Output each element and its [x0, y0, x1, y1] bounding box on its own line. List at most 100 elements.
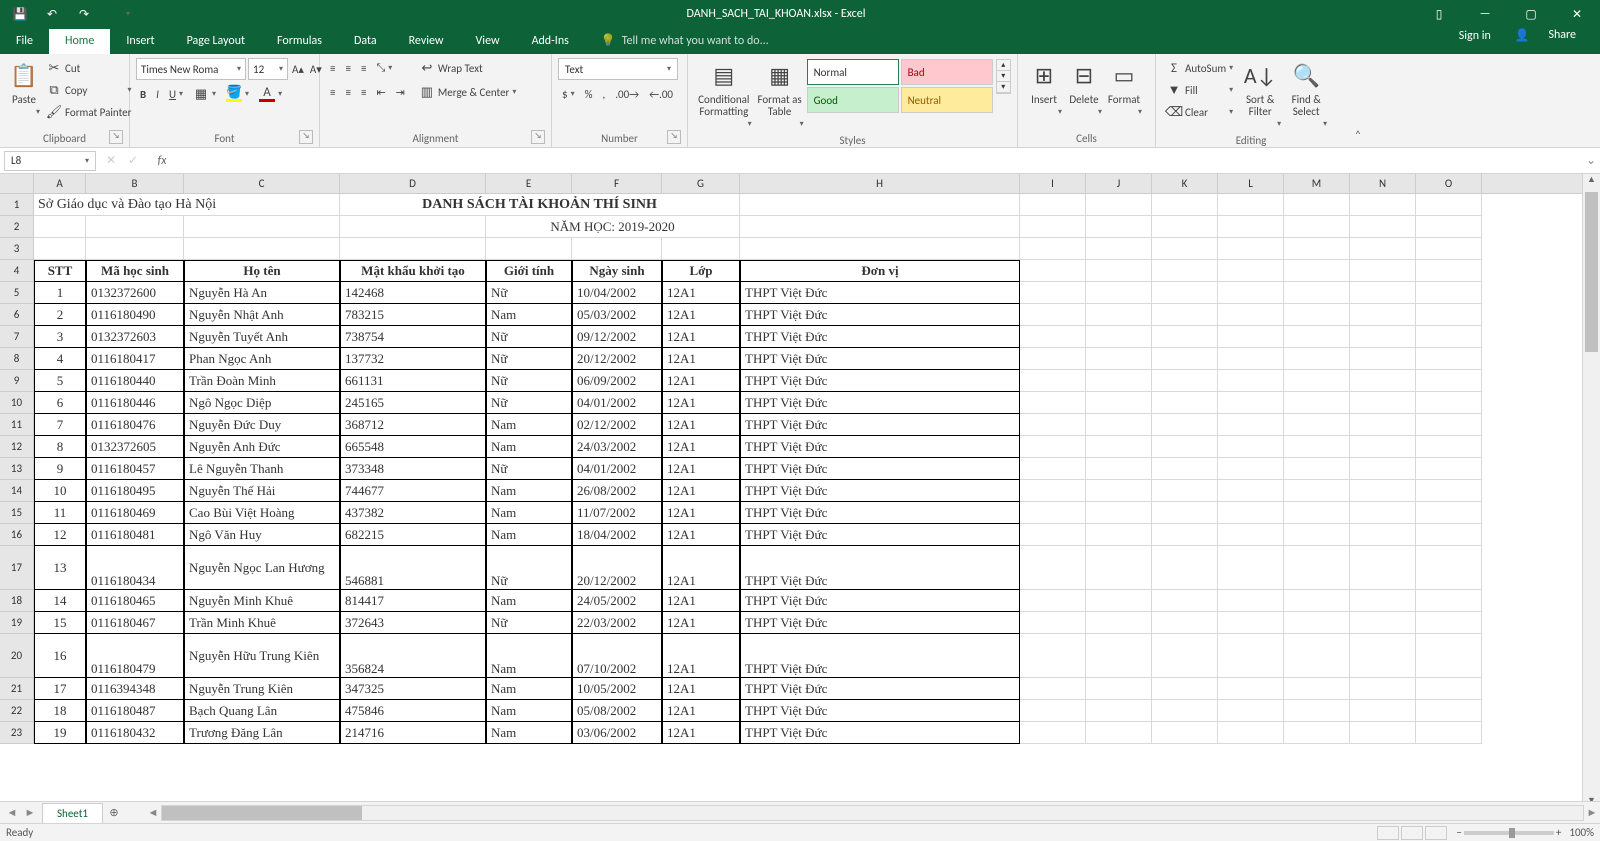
- row-header-20[interactable]: 20: [0, 634, 34, 678]
- cell[interactable]: [1416, 524, 1482, 546]
- cell[interactable]: [1020, 392, 1086, 414]
- cell[interactable]: [1350, 282, 1416, 304]
- cell[interactable]: THPT Việt Đức: [740, 436, 1020, 458]
- row-header-23[interactable]: 23: [0, 722, 34, 744]
- cell[interactable]: 12A1: [662, 458, 740, 480]
- cell[interactable]: 12A1: [662, 634, 740, 678]
- cell[interactable]: 475846: [340, 700, 486, 722]
- new-sheet-button[interactable]: ⊕: [103, 806, 125, 819]
- cell[interactable]: 09/12/2002: [572, 326, 662, 348]
- cell[interactable]: 0116180469: [86, 502, 184, 524]
- cell[interactable]: [1350, 722, 1416, 744]
- cell[interactable]: [486, 238, 572, 260]
- cell[interactable]: [1218, 194, 1284, 216]
- row-header-15[interactable]: 15: [0, 502, 34, 524]
- cell[interactable]: [1020, 458, 1086, 480]
- cell[interactable]: Nam: [486, 414, 572, 436]
- cell[interactable]: 3: [34, 326, 86, 348]
- column-header-D[interactable]: D: [340, 174, 486, 193]
- cell[interactable]: Ngô Ngọc Diệp: [184, 392, 340, 414]
- cell[interactable]: 12A1: [662, 590, 740, 612]
- formula-bar[interactable]: [174, 151, 1582, 171]
- column-header-N[interactable]: N: [1350, 174, 1416, 193]
- cell[interactable]: THPT Việt Đức: [740, 392, 1020, 414]
- cell[interactable]: [1416, 282, 1482, 304]
- cell[interactable]: 24/03/2002: [572, 436, 662, 458]
- cell[interactable]: [1086, 414, 1152, 436]
- cell[interactable]: [1284, 590, 1350, 612]
- cell[interactable]: [1020, 260, 1086, 282]
- cell[interactable]: [1020, 546, 1086, 590]
- cell[interactable]: Lê Nguyễn Thanh: [184, 458, 340, 480]
- cell[interactable]: [1218, 348, 1284, 370]
- cell[interactable]: [1218, 722, 1284, 744]
- cell[interactable]: Họ tên: [184, 260, 340, 282]
- sheet-tab-sheet1[interactable]: Sheet1: [42, 803, 103, 823]
- cell[interactable]: [1086, 612, 1152, 634]
- share-button[interactable]: 👤 Share: [1503, 18, 1600, 54]
- cell[interactable]: [1218, 392, 1284, 414]
- cell[interactable]: Mật khẩu khởi tạo: [340, 260, 486, 282]
- cell[interactable]: [1284, 458, 1350, 480]
- cell[interactable]: [1020, 282, 1086, 304]
- cell[interactable]: [1350, 590, 1416, 612]
- cell[interactable]: 12A1: [662, 722, 740, 744]
- cell[interactable]: Nam: [486, 524, 572, 546]
- cell[interactable]: [1284, 502, 1350, 524]
- cell[interactable]: Nguyễn Anh Đức: [184, 436, 340, 458]
- select-all-corner[interactable]: [0, 174, 34, 193]
- cell[interactable]: [1350, 700, 1416, 722]
- cell[interactable]: [1152, 480, 1218, 502]
- cell[interactable]: 22/03/2002: [572, 612, 662, 634]
- cell[interactable]: THPT Việt Đức: [740, 304, 1020, 326]
- cell[interactable]: STT: [34, 260, 86, 282]
- name-box[interactable]: L8▾: [4, 151, 96, 171]
- style-normal[interactable]: Normal: [807, 59, 899, 85]
- cell[interactable]: [1284, 546, 1350, 590]
- cell[interactable]: 0116180467: [86, 612, 184, 634]
- cell[interactable]: [1086, 238, 1152, 260]
- cell[interactable]: [1086, 304, 1152, 326]
- cut-button[interactable]: ✂Cut: [42, 58, 135, 78]
- cell[interactable]: Đơn vị: [740, 260, 1020, 282]
- cell[interactable]: [1416, 260, 1482, 282]
- cell[interactable]: Trần Minh Khuê: [184, 612, 340, 634]
- cell[interactable]: [1152, 546, 1218, 590]
- cell[interactable]: 20/12/2002: [572, 546, 662, 590]
- cell[interactable]: [1218, 678, 1284, 700]
- cell[interactable]: [1020, 370, 1086, 392]
- cell[interactable]: Bạch Quang Lân: [184, 700, 340, 722]
- cell[interactable]: Nam: [486, 436, 572, 458]
- undo-button[interactable]: ↶: [38, 0, 66, 28]
- row-header-2[interactable]: 2: [0, 216, 34, 238]
- column-header-I[interactable]: I: [1020, 174, 1086, 193]
- cell[interactable]: Nữ: [486, 370, 572, 392]
- cell[interactable]: [1020, 480, 1086, 502]
- cell[interactable]: [184, 238, 340, 260]
- italic-button[interactable]: I: [152, 84, 163, 104]
- tab-file[interactable]: File: [0, 29, 49, 54]
- cell[interactable]: Ngày sinh: [572, 260, 662, 282]
- cell[interactable]: Nguyễn Nhật Anh: [184, 304, 340, 326]
- column-header-F[interactable]: F: [572, 174, 662, 193]
- redo-button[interactable]: ↷: [70, 0, 98, 28]
- cell[interactable]: [34, 238, 86, 260]
- paste-button[interactable]: 📋 Paste▾: [6, 58, 42, 120]
- cell[interactable]: [1350, 612, 1416, 634]
- tab-add-ins[interactable]: Add-Ins: [516, 29, 585, 54]
- cell[interactable]: [1350, 304, 1416, 326]
- cell[interactable]: 0116180481: [86, 524, 184, 546]
- cell[interactable]: [1020, 612, 1086, 634]
- cell[interactable]: [1350, 414, 1416, 436]
- cell[interactable]: 0116180465: [86, 590, 184, 612]
- cell[interactable]: [1218, 436, 1284, 458]
- cell[interactable]: THPT Việt Đức: [740, 326, 1020, 348]
- find-select[interactable]: 🔍Find & Select▾: [1283, 58, 1329, 132]
- cell[interactable]: [1284, 678, 1350, 700]
- cell[interactable]: [1152, 216, 1218, 238]
- cell[interactable]: [1086, 282, 1152, 304]
- cell[interactable]: 12A1: [662, 304, 740, 326]
- fx-button[interactable]: fx: [154, 154, 170, 168]
- cell[interactable]: [1284, 392, 1350, 414]
- cell[interactable]: THPT Việt Đức: [740, 480, 1020, 502]
